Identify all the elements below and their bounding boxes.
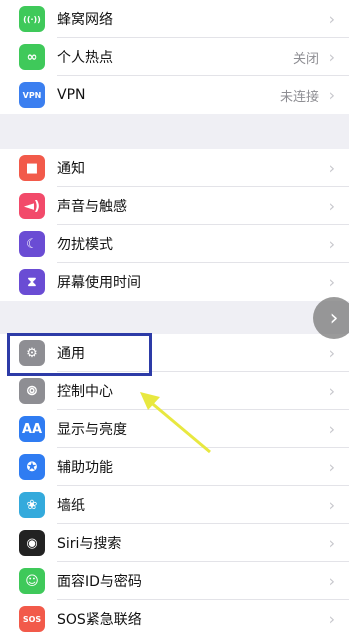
hotspot-icon: ∞ xyxy=(19,44,45,70)
antenna-icon: ((·)) xyxy=(19,6,45,32)
settings-row[interactable]: ❀ 墙纸 › xyxy=(0,486,349,524)
chevron-right-icon: › xyxy=(328,9,335,29)
settings-row-label: Siri与搜索 xyxy=(57,536,122,552)
sound-icon: ◄) xyxy=(19,193,45,219)
chevron-right-icon: › xyxy=(328,571,335,591)
chevron-right-icon: › xyxy=(328,495,335,515)
settings-row-value: 未连接 xyxy=(279,89,319,105)
chevron-right-icon: › xyxy=(328,343,335,363)
settings-row-label: 显示与亮度 xyxy=(57,422,127,438)
settings-row[interactable]: ◄) 声音与触感 › xyxy=(0,187,349,225)
display-icon: AA xyxy=(19,416,45,442)
settings-row-label: 屏幕使用时间 xyxy=(57,275,141,291)
settings-row-label: 声音与触感 xyxy=(57,199,127,215)
chevron-right-icon: › xyxy=(328,381,335,401)
siri-icon: ◉ xyxy=(19,530,45,556)
settings-row-label: 通知 xyxy=(57,161,85,177)
sos-icon: SOS xyxy=(19,606,45,632)
accessibility-icon: ✪ xyxy=(19,454,45,480)
moon-icon: ☾ xyxy=(19,231,45,257)
settings-row[interactable]: ■ 通知 › xyxy=(0,149,349,187)
hourglass-icon: ⧗ xyxy=(19,269,45,295)
settings-group-notifications: ■ 通知 › ◄) 声音与触感 › ☾ 勿扰模式 › ⧗ 屏幕使用时间 › xyxy=(0,149,349,301)
settings-row-label: 辅助功能 xyxy=(57,460,113,476)
settings-row-label: 勿扰模式 xyxy=(57,237,113,253)
chevron-right-icon: › xyxy=(328,158,335,178)
settings-row[interactable]: ☺ 面容ID与密码 › xyxy=(0,562,349,600)
highlight-box xyxy=(7,333,152,376)
settings-group-general: ⚙ 通用 › ⦾ 控制中心 › AA 显示与亮度 › ✪ 辅助功能 › ❀ 墙纸 › ◉ Siri与搜索 › ☺ 面容… xyxy=(0,334,349,638)
chevron-right-icon: › xyxy=(328,85,335,105)
settings-row-label: 墙纸 xyxy=(57,498,85,514)
settings-row-label: 蜂窝网络 xyxy=(57,12,113,28)
chevron-right-icon: › xyxy=(329,305,339,331)
settings-row[interactable]: ◉ Siri与搜索 › xyxy=(0,524,349,562)
settings-row-label: 控制中心 xyxy=(57,384,113,400)
settings-row[interactable]: ((·)) 蜂窝网络 › xyxy=(0,0,349,38)
settings-row-value: 关闭 xyxy=(292,51,319,67)
arrow-annotation xyxy=(140,392,211,454)
chevron-right-icon: › xyxy=(328,196,335,216)
settings-row[interactable]: ∞ 个人热点 关闭 › xyxy=(0,38,349,76)
settings-row-label: 个人热点 xyxy=(57,50,113,66)
chevron-right-icon: › xyxy=(328,419,335,439)
chevron-right-icon: › xyxy=(328,272,335,292)
settings-group-network: ((·)) 蜂窝网络 › ∞ 个人热点 关闭 › VPN VPN 未连接 › xyxy=(0,0,349,114)
toggles-icon: ⦾ xyxy=(19,378,45,404)
chevron-right-icon: › xyxy=(328,533,335,553)
settings-row[interactable]: ⧗ 屏幕使用时间 › xyxy=(0,263,349,301)
settings-row-label: VPN xyxy=(57,87,86,103)
settings-row-label: 面容ID与密码 xyxy=(57,574,142,590)
chevron-right-icon: › xyxy=(328,47,335,67)
chevron-right-icon: › xyxy=(328,457,335,477)
settings-row-label: SOS紧急联络 xyxy=(57,612,142,628)
wallpaper-icon: ❀ xyxy=(19,492,45,518)
settings-row[interactable]: VPN VPN 未连接 › xyxy=(0,76,349,114)
notification-icon: ■ xyxy=(19,155,45,181)
chevron-right-icon: › xyxy=(328,234,335,254)
faceid-icon: ☺ xyxy=(19,568,45,594)
vpn-icon: VPN xyxy=(19,82,45,108)
assistive-touch-button[interactable]: › xyxy=(313,297,349,339)
settings-row[interactable]: ☾ 勿扰模式 › xyxy=(0,225,349,263)
settings-row[interactable]: SOS SOS紧急联络 › xyxy=(0,600,349,638)
